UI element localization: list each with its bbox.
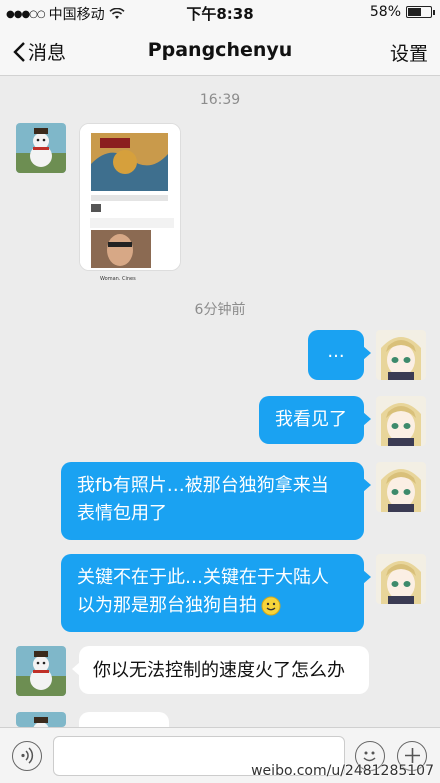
contact-avatar[interactable] <box>16 123 66 173</box>
message-text-line: 我fb有照片…被那台独狗拿来当 <box>77 475 329 496</box>
battery-fill <box>408 8 421 16</box>
snowman-avatar-icon <box>16 712 66 727</box>
watermark: weibo.com/u/2481285107 <box>251 763 434 779</box>
chat-area[interactable]: 16:39 Woman. Cines 6分钟前 ... 我看见了 我fb有照片…… <box>0 77 440 742</box>
settings-button[interactable]: 设置 <box>390 39 428 66</box>
input-bar: weibo.com/u/2481285107 <box>0 727 440 783</box>
shared-image-message[interactable] <box>79 123 181 271</box>
outgoing-message[interactable]: 关键不在于此…关键在于大陆人 以为那是那台独狗自拍 <box>61 554 371 632</box>
shared-image <box>80 124 180 270</box>
my-avatar[interactable] <box>376 330 426 380</box>
battery-percent: 58% <box>369 4 401 20</box>
outgoing-message[interactable]: 我看见了 <box>259 396 371 444</box>
snowman-avatar-icon <box>16 123 66 173</box>
anime-avatar-icon <box>376 554 426 604</box>
message-text: ... <box>327 341 345 362</box>
my-avatar[interactable] <box>376 554 426 604</box>
image-caption: Woman. Cines <box>100 276 136 282</box>
status-bar: ●●●○○ 中国移动 下午8:38 58% <box>0 0 440 26</box>
my-avatar[interactable] <box>376 462 426 512</box>
incoming-message-partial[interactable] <box>72 712 169 742</box>
battery-icon <box>406 6 435 18</box>
anime-avatar-icon <box>376 396 426 446</box>
battery-group: 58% <box>369 4 435 20</box>
timestamp: 6分钟前 <box>194 302 246 318</box>
message-text-line: 以为那是那台独狗自拍 <box>77 595 257 616</box>
outgoing-message[interactable]: ... <box>308 330 371 380</box>
chat-title: Ppangchenyu <box>147 39 293 61</box>
my-avatar[interactable] <box>376 396 426 446</box>
contact-avatar[interactable] <box>16 646 66 696</box>
contact-avatar[interactable] <box>16 712 66 727</box>
incoming-message[interactable]: 你以无法控制的速度火了怎么办 <box>72 646 369 694</box>
anime-avatar-icon <box>376 330 426 380</box>
message-text: 我看见了 <box>275 409 347 430</box>
nav-bar: 消息 Ppangchenyu 设置 <box>0 26 440 76</box>
outgoing-message[interactable]: 我fb有照片…被那台独狗拿来当 表情包用了 <box>61 462 371 540</box>
message-text: 你以无法控制的速度火了怎么办 <box>93 660 345 681</box>
message-text-line: 关键不在于此…关键在于大陆人 <box>77 567 329 588</box>
voice-button[interactable] <box>12 741 42 771</box>
message-text-line: 表情包用了 <box>77 503 167 524</box>
anime-avatar-icon <box>376 462 426 512</box>
smile-emoji-icon <box>261 596 281 616</box>
timestamp: 16:39 <box>199 92 241 108</box>
voice-icon <box>21 747 34 764</box>
snowman-avatar-icon <box>16 646 66 696</box>
